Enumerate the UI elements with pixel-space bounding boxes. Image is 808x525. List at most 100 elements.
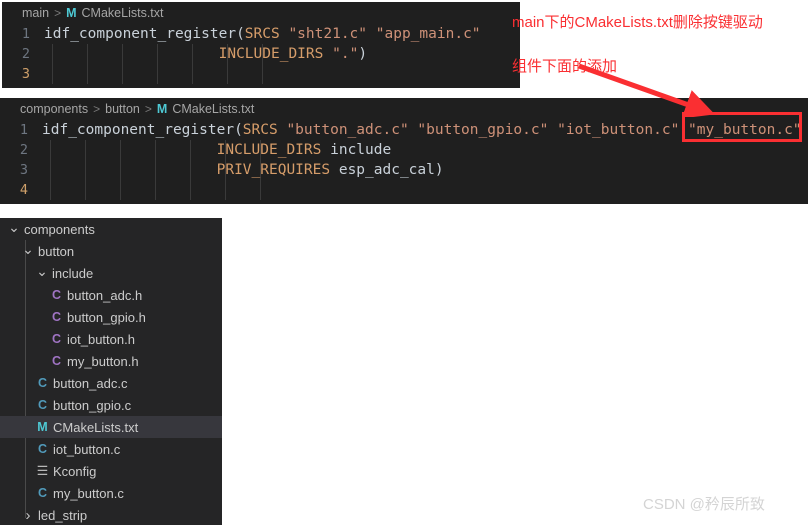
tree-item-my-button-c[interactable]: Cmy_button.c (0, 482, 222, 504)
breadcrumb-button[interactable]: components > button > M CMakeLists.txt (0, 98, 808, 120)
code-token: SRCS (244, 26, 280, 42)
tree-item-label: Kconfig (53, 463, 97, 479)
breadcrumb-main[interactable]: main > M CMakeLists.txt (2, 2, 520, 24)
editor-panel-main-cmakelists: main > M CMakeLists.txt 1 idf_component_r… (0, 0, 520, 88)
line-number: 2 (19, 142, 28, 158)
breadcrumb-segment-button[interactable]: button (105, 102, 140, 116)
panel-separator (0, 88, 808, 98)
tree-item-label: CMakeLists.txt (53, 419, 139, 435)
code-text[interactable]: INCLUDE_DIRS ".") (44, 44, 367, 64)
code-text[interactable]: idf_component_register(SRCS "sht21.c" "a… (44, 24, 481, 44)
code-text[interactable]: INCLUDE_DIRS include (42, 140, 392, 160)
tree-item-button-gpio-h[interactable]: Cbutton_gpio.h (0, 306, 222, 328)
source-file-icon: C (37, 486, 48, 500)
kconfig-file-icon: ☰ (36, 463, 49, 478)
chevron-down-icon[interactable]: ⌄ (20, 242, 36, 256)
code-text[interactable]: PRIV_REQUIRES esp_adc_cal) (42, 160, 444, 180)
source-file-icon: C (37, 442, 48, 456)
breadcrumb-filename[interactable]: CMakeLists.txt (172, 102, 254, 116)
code-token: "sht21.c" (288, 26, 368, 42)
code-token: PRIV_REQUIRES (216, 162, 331, 178)
tree-item-kconfig[interactable]: ☰ Kconfig (0, 460, 222, 482)
line-number: 3 (21, 66, 30, 82)
code-content-main[interactable]: 1 idf_component_register(SRCS "sht21.c" "… (2, 24, 520, 84)
header-file-icon: C (51, 310, 62, 324)
panel-separator-lower (0, 204, 808, 218)
tree-item-label: button (38, 243, 75, 259)
tree-item-button-gpio-c[interactable]: Cbutton_gpio.c (0, 394, 222, 416)
right-background-fill (222, 218, 808, 525)
tree-item-label: my_button.c (53, 485, 124, 501)
code-token: ) (358, 46, 368, 62)
tree-item-label: button_gpio.c (53, 397, 132, 413)
tree-item-label: components (24, 221, 95, 237)
code-token: INCLUDE_DIRS (216, 142, 322, 158)
tree-item-label: iot_button.c (53, 441, 121, 457)
code-token: "button_gpio.c" (417, 122, 549, 138)
breadcrumb-separator-icon: > (54, 6, 62, 20)
code-line[interactable]: 3 (2, 64, 520, 84)
code-line[interactable]: 1 idf_component_register(SRCS "button_adc… (0, 120, 808, 140)
code-token: "app_main.c" (375, 26, 481, 42)
tree-item-led-strip[interactable]: › led_strip (0, 504, 222, 525)
code-token: "." (332, 46, 359, 62)
tree-item-label: button_adc.c (53, 375, 128, 391)
code-token: "button_adc.c" (286, 122, 409, 138)
code-text[interactable]: idf_component_register(SRCS "button_adc.… (42, 120, 802, 140)
breadcrumb-segment[interactable]: main (22, 6, 49, 20)
source-file-icon: C (37, 376, 48, 390)
header-file-icon: C (51, 354, 62, 368)
annotation-text-line2: 组件下面的添加 (512, 58, 618, 75)
tree-item-button-adc-c[interactable]: Cbutton_adc.c (0, 372, 222, 394)
code-line[interactable]: 1 idf_component_register(SRCS "sht21.c" "… (2, 24, 520, 44)
cmake-file-icon: M (66, 6, 77, 20)
code-token: "iot_button.c" (557, 122, 680, 138)
tree-item-button[interactable]: ⌄ button (0, 240, 222, 262)
chevron-down-icon[interactable]: ⌄ (6, 220, 22, 234)
line-number: 1 (21, 26, 30, 42)
csdn-watermark: CSDN @矜辰所致 (643, 496, 765, 513)
code-content-button[interactable]: 1 idf_component_register(SRCS "button_adc… (0, 120, 808, 200)
code-token: include (330, 142, 392, 158)
tree-item-iot-button-h[interactable]: Ciot_button.h (0, 328, 222, 350)
header-file-icon: C (51, 288, 62, 302)
tree-item-cmakelists-txt[interactable]: M CMakeLists.txt (0, 416, 222, 438)
breadcrumb-segment-components[interactable]: components (20, 102, 88, 116)
tree-item-label: include (52, 265, 94, 281)
code-token: esp_adc_cal (338, 162, 435, 178)
chevron-down-icon[interactable]: ⌄ (34, 264, 50, 278)
tree-item-label: button_adc.h (67, 287, 143, 303)
line-number: 2 (21, 46, 30, 62)
code-token: SRCS (242, 122, 278, 138)
file-explorer-tree[interactable]: ⌄ components ⌄ button ⌄ include Cbutton_adc.h C… (0, 218, 222, 525)
code-token: idf_component_register (44, 26, 237, 42)
tree-item-include[interactable]: ⌄ include (0, 262, 222, 284)
tree-item-label: led_strip (38, 507, 88, 523)
code-line[interactable]: 2 INCLUDE_DIRS ".") (2, 44, 520, 64)
code-line[interactable]: 2 INCLUDE_DIRS include (0, 140, 808, 160)
breadcrumb-filename[interactable]: CMakeLists.txt (82, 6, 164, 20)
tree-item-iot-button-c[interactable]: Ciot_button.c (0, 438, 222, 460)
header-file-icon: C (51, 332, 62, 346)
code-line[interactable]: 4 (0, 180, 808, 200)
chevron-right-icon[interactable]: › (20, 508, 36, 523)
tree-item-components[interactable]: ⌄ components (0, 218, 222, 240)
breadcrumb-separator-icon: > (144, 102, 152, 116)
code-token: ( (234, 122, 243, 138)
tree-item-button-adc-h[interactable]: Cbutton_adc.h (0, 284, 222, 306)
tree-item-my-button-h[interactable]: Cmy_button.h (0, 350, 222, 372)
editor-panel-button-cmakelists: components > button > M CMakeLists.txt 1… (0, 98, 808, 204)
tree-item-label: button_gpio.h (67, 309, 146, 325)
code-token: idf_component_register (42, 122, 235, 138)
code-line[interactable]: 3 PRIV_REQUIRES esp_adc_cal) (0, 160, 808, 180)
tree-item-label: my_button.h (67, 353, 139, 369)
source-file-icon: C (37, 398, 48, 412)
